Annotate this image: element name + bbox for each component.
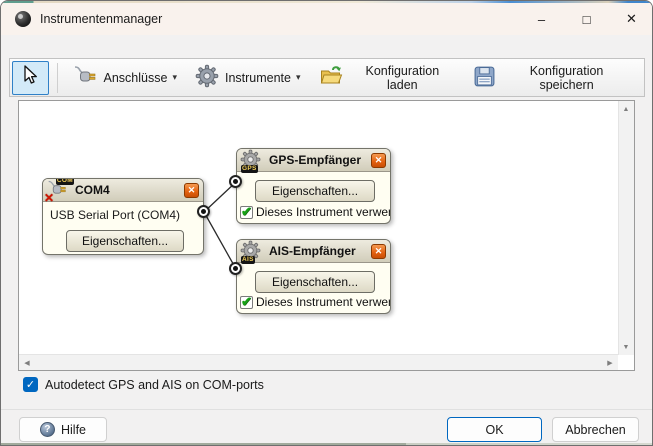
autodetect-row: ✓ Autodetect GPS and AIS on COM-ports [23, 377, 264, 392]
cancel-button[interactable]: Abbrechen [552, 417, 639, 442]
ais-use-checkbox[interactable]: ✔ [240, 296, 253, 309]
gear-icon [195, 64, 219, 91]
com4-properties-button[interactable]: Eigenschaften... [66, 230, 184, 252]
minimize-button[interactable]: – [519, 3, 564, 35]
scroll-right-arrow[interactable]: ▶ [602, 355, 618, 371]
cursor-arrow-icon [19, 64, 41, 91]
ais-properties-button[interactable]: Eigenschaften... [255, 271, 375, 293]
maximize-button[interactable]: □ [564, 3, 609, 35]
save-config-label: Konfiguration speichern [502, 64, 631, 92]
anschluesse-label: Anschlüsse [104, 71, 168, 85]
node-gps-header[interactable]: GPS GPS-Empfänger ✕ [237, 149, 390, 172]
port-gps-in[interactable] [229, 175, 242, 188]
app-icon [15, 11, 31, 27]
gps-use-checkbox[interactable]: ✔ [240, 206, 253, 219]
scroll-up-arrow[interactable]: ▲ [618, 101, 634, 117]
disconnect-x-icon: ✕ [44, 191, 54, 205]
scroll-left-arrow[interactable]: ◀ [19, 355, 35, 371]
autodetect-checkbox[interactable]: ✓ [23, 377, 38, 392]
ais-use-label: Dieses Instrument verwende [256, 295, 390, 309]
node-com4-title: COM4 [75, 183, 181, 197]
footer-divider [1, 409, 653, 410]
node-gps[interactable]: GPS GPS-Empfänger ✕ Eigenschaften... ✔ D… [236, 148, 391, 224]
window-title: Instrumentenmanager [40, 12, 162, 26]
horizontal-scrollbar[interactable]: ◀ ▶ [19, 354, 618, 370]
load-config-label: Konfiguration laden [350, 64, 456, 92]
node-ais-header[interactable]: AIS AIS-Empfänger ✕ [237, 240, 390, 263]
window-controls: – □ ✕ [519, 3, 653, 35]
help-label: Hilfe [61, 423, 86, 437]
node-ais-title: AIS-Empfänger [269, 244, 368, 258]
gps-use-instrument-row: ✔ Dieses Instrument verwende [240, 205, 390, 219]
node-com4[interactable]: COM ✕ COM4 ✕ USB Serial Port (COM4) Eige… [42, 178, 204, 255]
vertical-scrollbar[interactable]: ▲ ▼ [618, 101, 634, 355]
dropdown-arrow-icon: ▾ [296, 72, 301, 83]
titlebar[interactable]: Instrumentenmanager – □ ✕ [1, 3, 653, 35]
instrumente-menu-button[interactable]: Instrumente ▾ [186, 61, 310, 95]
node-ais-close-button[interactable]: ✕ [371, 244, 386, 259]
ais-gear-icon: AIS [240, 240, 266, 262]
background-edge-strip [1, 1, 653, 3]
floppy-disk-icon [473, 65, 496, 91]
gps-gear-icon: GPS [240, 149, 266, 171]
background-bottom-strip [1, 443, 653, 445]
dropdown-arrow-icon: ▾ [172, 72, 177, 83]
instrumente-label: Instrumente [225, 71, 291, 85]
close-button[interactable]: ✕ [609, 3, 653, 35]
autodetect-label: Autodetect GPS and AIS on COM-ports [45, 378, 264, 392]
serial-plug-icon: COM ✕ [46, 179, 72, 201]
gps-properties-button[interactable]: Eigenschaften... [255, 180, 375, 202]
toolbar: Anschlüsse ▾ Instrumente ▾ [9, 58, 645, 97]
scroll-down-arrow[interactable]: ▼ [618, 339, 634, 355]
ais-use-instrument-row: ✔ Dieses Instrument verwende [240, 295, 390, 309]
gps-use-label: Dieses Instrument verwende [256, 205, 390, 219]
anschluesse-menu-button[interactable]: Anschlüsse ▾ [63, 61, 186, 95]
node-com4-close-button[interactable]: ✕ [184, 183, 199, 198]
select-tool-button[interactable] [12, 61, 49, 95]
com-badge: COM [56, 178, 74, 185]
load-config-button[interactable]: Konfiguration laden [310, 61, 465, 95]
ok-button[interactable]: OK [447, 417, 542, 442]
ais-badge: AIS [241, 256, 255, 264]
port-ais-in[interactable] [229, 262, 242, 275]
help-icon: ? [40, 422, 55, 437]
node-gps-close-button[interactable]: ✕ [371, 153, 386, 168]
help-button[interactable]: ? Hilfe [19, 417, 107, 442]
diagram-canvas[interactable]: COM ✕ COM4 ✕ USB Serial Port (COM4) Eige… [18, 100, 635, 371]
node-com4-header[interactable]: COM ✕ COM4 ✕ [43, 179, 203, 202]
node-com4-subtitle: USB Serial Port (COM4) [50, 208, 180, 222]
port-com4-out[interactable] [197, 205, 210, 218]
instrument-manager-dialog: Instrumentenmanager – □ ✕ [0, 0, 653, 446]
toolbar-right-group: Konfiguration laden Konfiguration speich… [310, 61, 640, 95]
plug-icon [72, 64, 98, 91]
open-folder-icon [319, 64, 344, 91]
gps-badge: GPS [241, 165, 258, 173]
node-gps-title: GPS-Empfänger [269, 153, 368, 167]
toolbar-separator [57, 63, 58, 93]
save-config-button[interactable]: Konfiguration speichern [464, 61, 640, 95]
node-ais[interactable]: AIS AIS-Empfänger ✕ Eigenschaften... ✔ D… [236, 239, 391, 314]
